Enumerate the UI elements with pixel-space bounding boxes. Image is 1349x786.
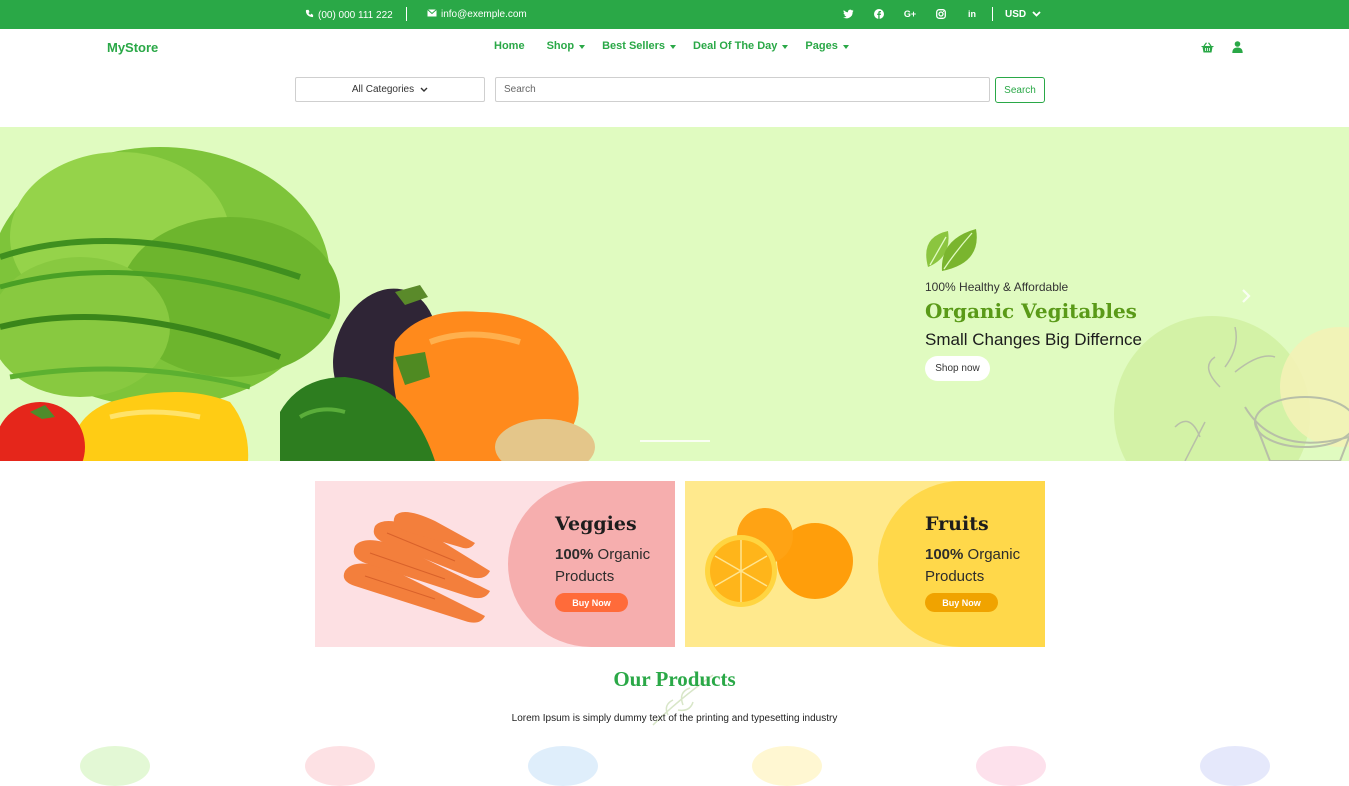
nav-item-label: Deal Of The Day (693, 40, 778, 52)
nav-item-label: Home (494, 40, 525, 52)
header-actions (1201, 40, 1243, 58)
buy-now-button[interactable]: Buy Now (555, 593, 628, 612)
promo-bold: 100% (925, 546, 964, 563)
category-select[interactable]: All Categories (295, 77, 485, 102)
carousel-indicator[interactable] (640, 440, 710, 442)
category-thumbnail[interactable] (305, 746, 375, 786)
promo-fruits[interactable]: Fruits 100% Organic Products Buy Now (685, 481, 1045, 647)
promo-veggies[interactable]: Veggies 100% Organic Products Buy Now (315, 481, 675, 647)
search-input[interactable] (495, 77, 990, 102)
phone-number: (00) 000 111 222 (318, 9, 393, 21)
google-plus-icon[interactable]: G+ (904, 8, 916, 20)
hero-title: Organic Vegitables (925, 299, 1137, 323)
chevron-down-icon (420, 84, 428, 95)
chevron-right-icon[interactable] (1240, 287, 1252, 308)
nav-item-best-sellers[interactable]: Best Sellers (602, 40, 677, 52)
phone-icon (305, 9, 314, 21)
promo-description: 100% Organic Products (555, 544, 675, 588)
nav-item-label: Best Sellers (602, 40, 666, 52)
promo-bold: 100% (555, 546, 594, 563)
nav-item-pages[interactable]: Pages (805, 40, 849, 52)
vegetables-image (0, 147, 595, 461)
social-links: G+ in (842, 8, 978, 20)
caret-down-icon (782, 45, 789, 49)
envelope-icon (427, 9, 437, 20)
oranges-image (705, 508, 853, 607)
nav-item-deal-of-the-day[interactable]: Deal Of The Day (693, 40, 789, 52)
promo-title: Veggies (555, 513, 637, 535)
shop-now-button[interactable]: Shop now (925, 356, 990, 381)
leaf-icon (924, 227, 979, 278)
category-thumbnail[interactable] (976, 746, 1046, 786)
email-contact[interactable]: info@exemple.com (427, 9, 527, 20)
category-thumbnail[interactable] (80, 746, 150, 786)
category-select-value: All Categories (351, 84, 415, 95)
currency-select[interactable]: USD (1005, 9, 1041, 20)
basket-illustration (1174, 327, 1349, 461)
carrots-image (343, 512, 490, 623)
buy-now-button[interactable]: Buy Now (925, 593, 998, 612)
promo-description: 100% Organic Products (925, 544, 1045, 588)
instagram-icon[interactable] (935, 8, 947, 20)
caret-down-icon (842, 45, 849, 49)
shopping-basket-icon[interactable] (1201, 40, 1214, 58)
category-thumbnail[interactable] (1200, 746, 1270, 786)
promo-title: Fruits (925, 513, 989, 535)
linkedin-icon[interactable]: in (966, 8, 978, 20)
topbar-divider (992, 7, 993, 21)
chevron-down-icon (1032, 9, 1041, 20)
nav-item-label: Pages (805, 40, 838, 52)
nav-item-home[interactable]: Home (494, 40, 525, 52)
top-bar: (00) 000 111 222 info@exemple.com G+ in … (0, 0, 1349, 29)
user-icon[interactable] (1232, 40, 1243, 58)
caret-down-icon (579, 45, 586, 49)
nav-item-label: Shop (546, 40, 575, 52)
twitter-icon[interactable] (842, 8, 854, 20)
section-subtitle: Lorem Ipsum is simply dummy text of the … (511, 713, 838, 724)
search-button[interactable]: Search (995, 77, 1045, 103)
hero-kicker: 100% Healthy & Affordable (925, 280, 1069, 294)
section-title: Our Products (613, 667, 736, 691)
phone-contact[interactable]: (00) 000 111 222 (305, 9, 393, 21)
currency-label: USD (1005, 9, 1027, 20)
nav-item-shop[interactable]: Shop (547, 40, 586, 52)
site-logo[interactable]: MyStore (107, 40, 158, 55)
caret-down-icon (670, 45, 677, 49)
main-nav: Home Shop Best Sellers Deal Of The Day P… (494, 40, 849, 52)
email-address: info@exemple.com (441, 9, 527, 20)
hero-banner: 100% Healthy & Affordable Organic Vegita… (0, 127, 1349, 461)
category-thumbnail[interactable] (528, 746, 598, 786)
topbar-divider (406, 7, 407, 21)
facebook-icon[interactable] (873, 8, 885, 20)
hero-subtitle: Small Changes Big Differnce (925, 330, 1143, 349)
category-thumbnail[interactable] (752, 746, 822, 786)
